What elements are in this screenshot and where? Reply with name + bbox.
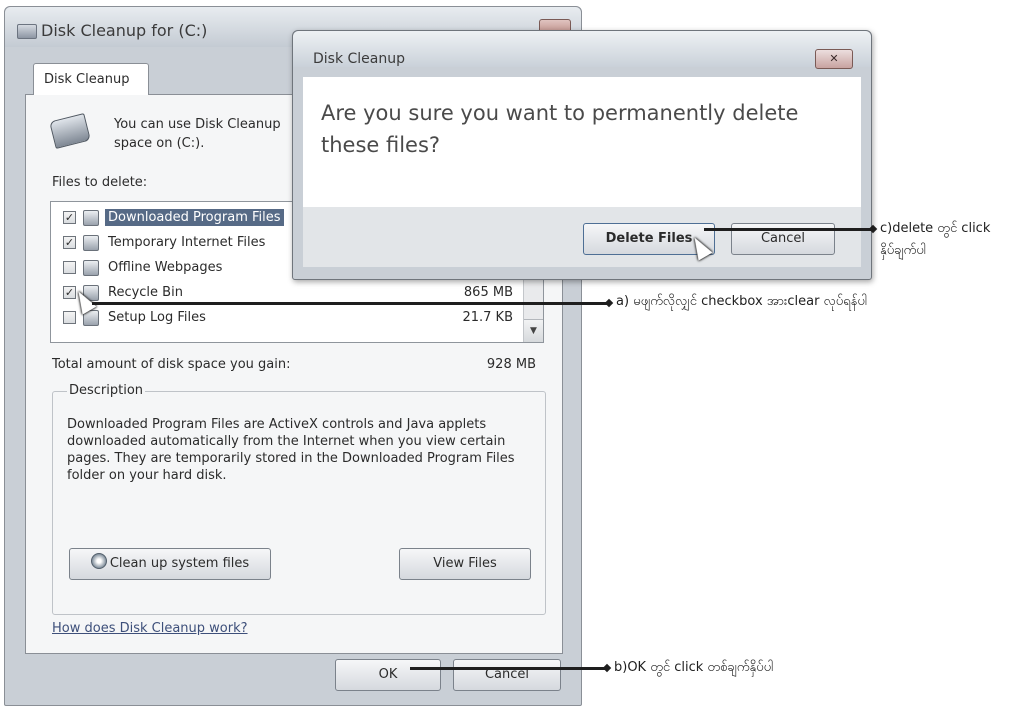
file-size: 865 MB: [463, 285, 513, 300]
tab-label: Disk Cleanup: [44, 72, 130, 87]
annotation-arrow-c: [704, 228, 872, 231]
annotation-dot-icon: [604, 298, 614, 308]
annotation-c-line1: c)delete တွင် click: [880, 221, 991, 236]
annotation-arrow-a: [92, 302, 608, 305]
file-name: Offline Webpages: [108, 260, 223, 275]
tab-disk-cleanup[interactable]: Disk Cleanup: [33, 63, 149, 95]
clean-up-system-files-button[interactable]: Clean up system files: [69, 548, 271, 580]
file-name: Temporary Internet Files: [108, 235, 266, 250]
dialog-footer: Delete Files Cancel: [303, 207, 861, 267]
folder-icon: [83, 210, 99, 226]
disk-cleanup-icon: [49, 113, 91, 149]
view-files-label: View Files: [433, 556, 497, 571]
dialog-question: Are you sure you want to permanently del…: [321, 101, 799, 157]
checkbox[interactable]: ✓: [63, 236, 76, 249]
ok-button[interactable]: OK: [335, 659, 441, 691]
annotation-arrow-b: [410, 667, 606, 670]
checkbox[interactable]: [63, 261, 76, 274]
description-legend: Description: [67, 383, 146, 398]
internet-files-icon: [83, 235, 99, 251]
dialog-title: Disk Cleanup: [313, 51, 406, 67]
dialog-body: Are you sure you want to permanently del…: [303, 77, 861, 207]
close-icon[interactable]: ✕: [815, 49, 853, 69]
annotation-dot-icon: [602, 663, 612, 673]
dialog-cancel-label: Cancel: [760, 231, 806, 246]
description-text: Downloaded Program Files are ActiveX con…: [67, 417, 515, 483]
clean-up-system-files-label: Clean up system files: [109, 556, 250, 571]
help-link[interactable]: How does Disk Cleanup work?: [52, 621, 248, 636]
total-space-label: Total amount of disk space you gain:: [52, 357, 291, 372]
view-files-button[interactable]: View Files: [399, 548, 531, 580]
delete-files-label: Delete Files: [605, 231, 693, 246]
file-size: 21.7 KB: [462, 310, 513, 325]
annotation-b: b)OK တွင် click တစ်ချက်နှိပ်ပါ: [614, 660, 774, 675]
ok-label: OK: [378, 667, 398, 682]
checkbox[interactable]: [63, 311, 76, 324]
checkbox[interactable]: ✓: [63, 211, 76, 224]
annotation-c-line2: နှိပ်ချက်ပါ: [880, 243, 926, 258]
window-title: Disk Cleanup for (C:): [41, 21, 208, 40]
description-group: Description Downloaded Program Files are…: [52, 383, 546, 615]
intro-text: You can use Disk Cleanup space on (C:).: [114, 117, 281, 151]
list-item[interactable]: Setup Log Files 21.7 KB: [51, 306, 525, 331]
cancel-button[interactable]: Cancel: [453, 659, 561, 691]
dialog-title-bar[interactable]: Disk Cleanup ✕: [293, 31, 871, 69]
disk-cleanup-icon: [17, 24, 37, 39]
total-space-value: 928 MB: [486, 357, 536, 372]
webpage-icon: [83, 260, 99, 276]
files-to-delete-label: Files to delete:: [52, 175, 148, 190]
file-name: Recycle Bin: [108, 285, 183, 300]
annotation-a: a) မဖျက်လိုလျှင် checkbox အားclear လုပ်ရ…: [616, 294, 868, 309]
confirm-delete-dialog: Disk Cleanup ✕ Are you sure you want to …: [292, 30, 872, 280]
shield-icon: [90, 553, 107, 569]
file-name: Downloaded Program Files: [105, 209, 284, 226]
file-name: Setup Log Files: [108, 310, 206, 325]
scroll-down-icon[interactable]: ▼: [524, 319, 543, 342]
